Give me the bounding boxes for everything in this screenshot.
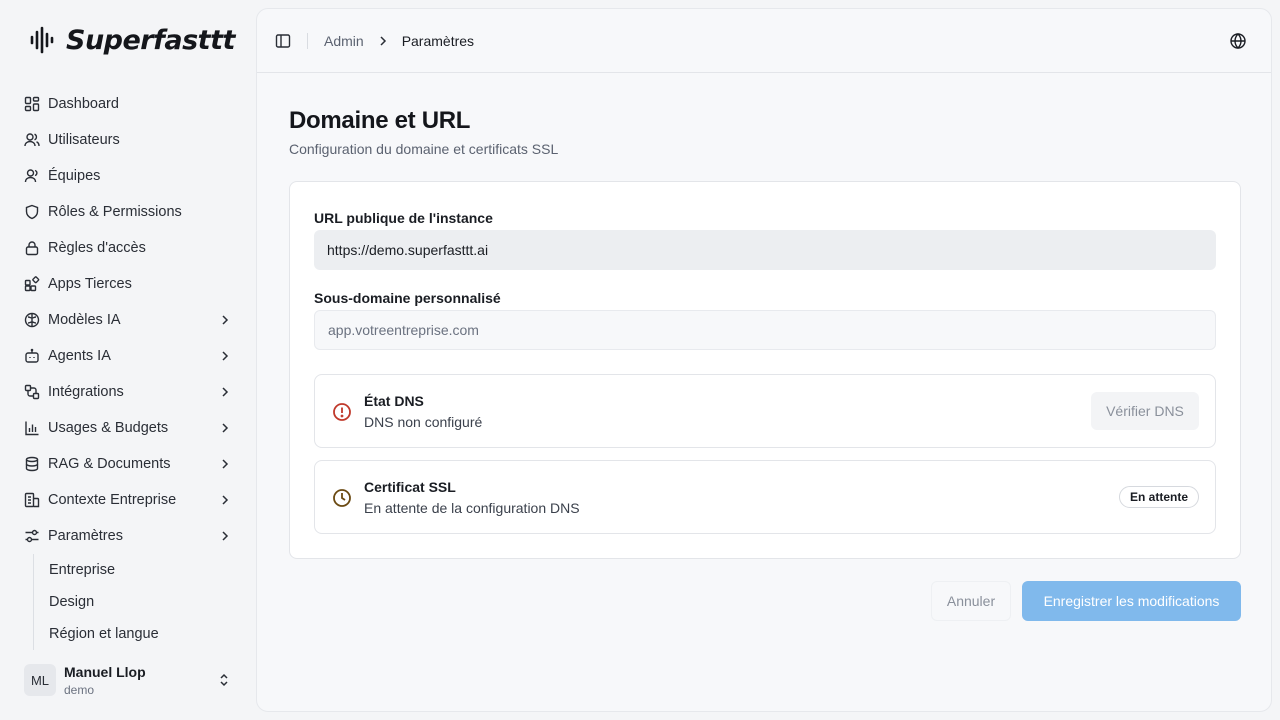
sidebar-item-parametres[interactable]: Paramètres (16, 518, 240, 554)
sidebar-item-usages[interactable]: Usages & Budgets (16, 410, 240, 446)
sidebar-item-contexte[interactable]: Contexte Entreprise (16, 482, 240, 518)
sidebar-item-label: Dashboard (48, 96, 119, 112)
sidebar-item-rag[interactable]: RAG & Documents (16, 446, 240, 482)
page-subtitle: Configuration du domaine et certificats … (289, 141, 559, 157)
sidebar-item-label: Agents IA (48, 348, 111, 364)
app-name: Superfasttt (66, 24, 235, 56)
subnav-item-design[interactable]: Design (49, 586, 240, 618)
sidebar-item-apps[interactable]: Apps Tierces (16, 266, 240, 302)
bot-icon (24, 348, 40, 364)
logo-waveform-icon (30, 26, 54, 54)
avatar: ML (24, 664, 56, 696)
sidebar-item-label: Règles d'accès (48, 240, 146, 256)
topbar: Admin Paramètres (257, 9, 1271, 73)
sidebar-item-equipes[interactable]: Équipes (16, 158, 240, 194)
sidebar-item-roles[interactable]: Rôles & Permissions (16, 194, 240, 230)
sidebar-item-label: Apps Tierces (48, 276, 132, 292)
verify-dns-button[interactable]: Vérifier DNS (1091, 392, 1199, 430)
save-button[interactable]: Enregistrer les modifications (1022, 581, 1241, 621)
sidebar-item-regles[interactable]: Règles d'accès (16, 230, 240, 266)
sidebar-item-label: Contexte Entreprise (48, 492, 177, 508)
logo[interactable]: Superfasttt (28, 24, 235, 56)
chevron-right-icon (222, 459, 229, 469)
shield-icon (24, 204, 40, 220)
chevron-right-icon (222, 495, 229, 505)
sidebar-item-integrations[interactable]: Intégrations (16, 374, 240, 410)
dns-status: DNS non configuré (364, 414, 483, 430)
public-url-label: URL publique de l'instance (314, 210, 493, 226)
clock-icon (333, 489, 351, 507)
sidebar-item-label: Rôles & Permissions (48, 204, 182, 220)
domain-card: URL publique de l'instance https://demo.… (289, 181, 1241, 559)
status-badge: En attente (1118, 486, 1199, 508)
sidebar-item-agents-ia[interactable]: Agents IA (16, 338, 240, 374)
chevron-right-icon (222, 351, 229, 361)
ssl-status-box: Certificat SSL En attente de la configur… (314, 460, 1216, 534)
main-panel: Admin Paramètres Domaine et URL Configur… (256, 8, 1272, 712)
team-icon (24, 168, 40, 184)
sidebar-item-label: RAG & Documents (48, 456, 171, 472)
subdomain-input[interactable] (328, 322, 1215, 338)
sidebar-item-label: Intégrations (48, 384, 124, 400)
public-url-field: https://demo.superfasttt.ai (314, 230, 1216, 270)
brain-icon (24, 312, 40, 328)
sidebar-nav: Dashboard Utilisateurs Équipes Rôles & P… (16, 86, 240, 650)
user-menu[interactable]: ML Manuel Llop demo (24, 660, 240, 700)
subdomain-field[interactable] (314, 310, 1216, 350)
chevrons-up-down-icon (220, 673, 228, 687)
subnav-item-entreprise[interactable]: Entreprise (49, 554, 240, 586)
page-content: Domaine et URL Configuration du domaine … (289, 107, 1241, 621)
chevron-right-icon (222, 531, 229, 541)
sidebar-item-dashboard[interactable]: Dashboard (16, 86, 240, 122)
dns-title: État DNS (364, 393, 424, 409)
sidebar-item-label: Équipes (48, 168, 101, 184)
breadcrumb-parent[interactable]: Admin (324, 33, 364, 49)
page-title: Domaine et URL (289, 107, 471, 134)
chevron-right-icon (222, 423, 229, 433)
settings-icon (24, 528, 40, 544)
database-icon (24, 456, 40, 472)
sidebar-item-label: Utilisateurs (48, 132, 120, 148)
ssl-status: En attente de la configuration DNS (364, 500, 580, 516)
bar-chart-icon (24, 420, 40, 436)
sidebar-item-utilisateurs[interactable]: Utilisateurs (16, 122, 240, 158)
cancel-button[interactable]: Annuler (931, 581, 1011, 621)
settings-subnav: Entreprise Design Région et langue (33, 554, 240, 650)
subnav-item-region[interactable]: Région et langue (49, 618, 240, 650)
dashboard-icon (24, 96, 40, 112)
chevron-right-icon (380, 35, 386, 46)
apps-icon (24, 276, 40, 292)
users-icon (24, 132, 40, 148)
sidebar-item-label: Usages & Budgets (48, 420, 169, 436)
workflow-icon (24, 384, 40, 400)
globe-icon[interactable] (1229, 32, 1247, 50)
user-org: demo (64, 682, 95, 697)
sidebar-item-label: Modèles IA (48, 312, 121, 328)
building-icon (24, 492, 40, 508)
sidebar-toggle-icon[interactable] (275, 33, 291, 49)
sidebar: Superfasttt Dashboard Utilisateurs Équip… (0, 0, 256, 720)
chevron-right-icon (222, 315, 229, 325)
sidebar-item-modeles-ia[interactable]: Modèles IA (16, 302, 240, 338)
lock-icon (24, 240, 40, 256)
ssl-title: Certificat SSL (364, 479, 456, 495)
user-name: Manuel Llop (64, 663, 146, 680)
subdomain-label: Sous-domaine personnalisé (314, 290, 501, 306)
breadcrumb-current: Paramètres (401, 32, 475, 49)
chevron-right-icon (222, 387, 229, 397)
dns-status-box: État DNS DNS non configuré Vérifier DNS (314, 374, 1216, 448)
alert-circle-icon (333, 403, 351, 421)
divider (307, 32, 308, 49)
sidebar-item-label: Paramètres (48, 528, 123, 544)
